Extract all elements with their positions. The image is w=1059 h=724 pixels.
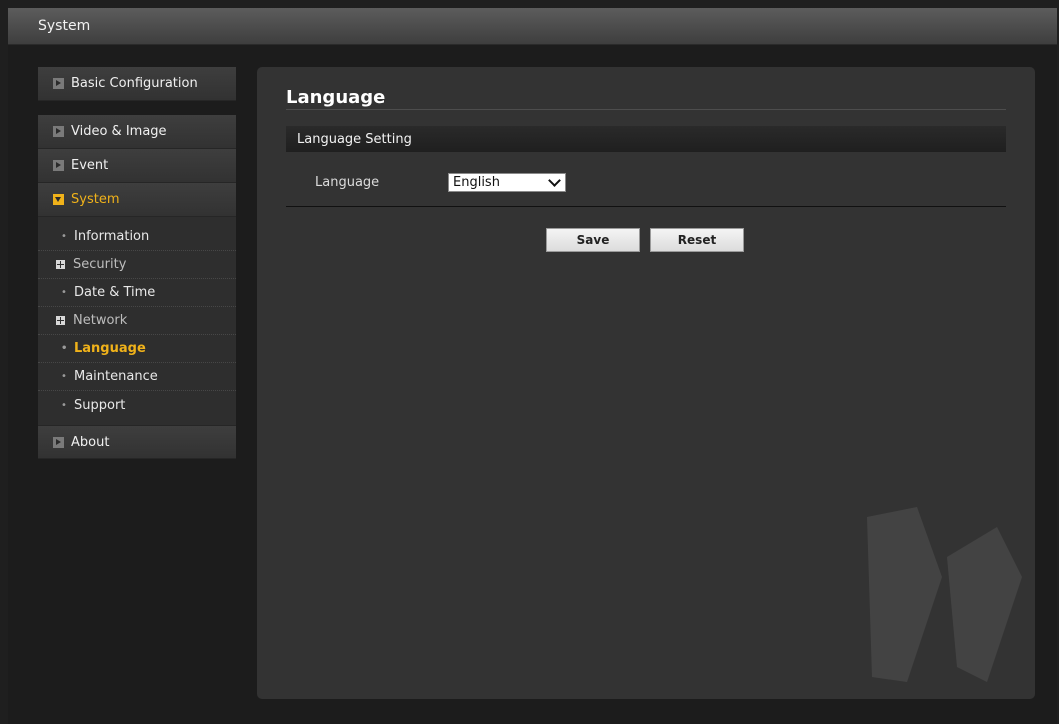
expand-arrow-icon [53,160,64,171]
sidebar-subitem-label: Language [74,341,146,356]
window-title: System [38,18,91,34]
divider [286,206,1006,207]
expand-arrow-icon [53,436,64,448]
divider [286,109,1006,110]
expand-plus-icon [56,316,65,325]
sidebar-subitem-label: Network [73,313,128,328]
bullet-icon: • [61,287,67,298]
sidebar-item-label: Event [71,158,109,173]
sidebar-item-label: System [71,192,120,207]
sidebar-basic-configuration-box: Basic Configuration [38,67,236,101]
chevron-down-icon [548,174,561,187]
reset-button[interactable]: Reset [650,228,744,252]
collapse-arrow-icon [53,194,64,205]
sidebar-subitem-maintenance[interactable]: • Maintenance [38,363,236,391]
language-field-label: Language [315,175,380,190]
page-title: Language [286,87,386,108]
title-bar: System [8,8,1057,45]
sidebar-item-label: Basic Configuration [71,76,198,91]
bullet-icon: • [61,371,67,382]
expand-arrow-icon [53,126,64,137]
sidebar-subitem-label: Security [73,257,127,272]
sidebar-subitem-label: Support [74,397,126,413]
sidebar-item-event[interactable]: Event [38,149,236,183]
language-select-value: English [453,175,500,190]
sidebar-item-about[interactable]: About [38,425,236,459]
content-panel: Language Language Setting Language Engli… [257,67,1035,699]
sidebar-subitem-label: Maintenance [74,369,158,384]
sidebar-item-basic-configuration[interactable]: Basic Configuration [38,67,236,101]
bullet-icon: • [61,231,67,242]
sidebar-subitem-date-time[interactable]: • Date & Time [38,279,236,307]
sidebar-subitem-language[interactable]: • Language [38,335,236,363]
sidebar-subitem-information[interactable]: • Information [38,223,236,251]
sidebar-subitem-network[interactable]: Network [38,307,236,335]
expand-arrow-icon [53,78,64,89]
sidebar-subitem-support[interactable]: • Support [38,391,236,419]
sidebar-item-video-image[interactable]: Video & Image [38,115,236,149]
sidebar-item-label: Video & Image [71,124,167,139]
language-select[interactable]: English [448,173,566,192]
sidebar-subitem-label: Information [74,229,150,244]
bullet-icon: • [61,343,68,354]
bullet-icon: • [61,399,67,411]
sidebar-subitem-security[interactable]: Security [38,251,236,279]
section-header: Language Setting [286,126,1006,152]
watermark-graphic [867,507,1022,682]
sidebar-menu: Video & Image Event System • Information… [38,115,236,459]
sidebar-item-system[interactable]: System [38,183,236,217]
section-title: Language Setting [297,131,412,147]
save-button[interactable]: Save [546,228,640,252]
expand-plus-icon [56,260,65,269]
sidebar-item-label: About [71,434,110,450]
sidebar-subitem-label: Date & Time [74,285,156,300]
